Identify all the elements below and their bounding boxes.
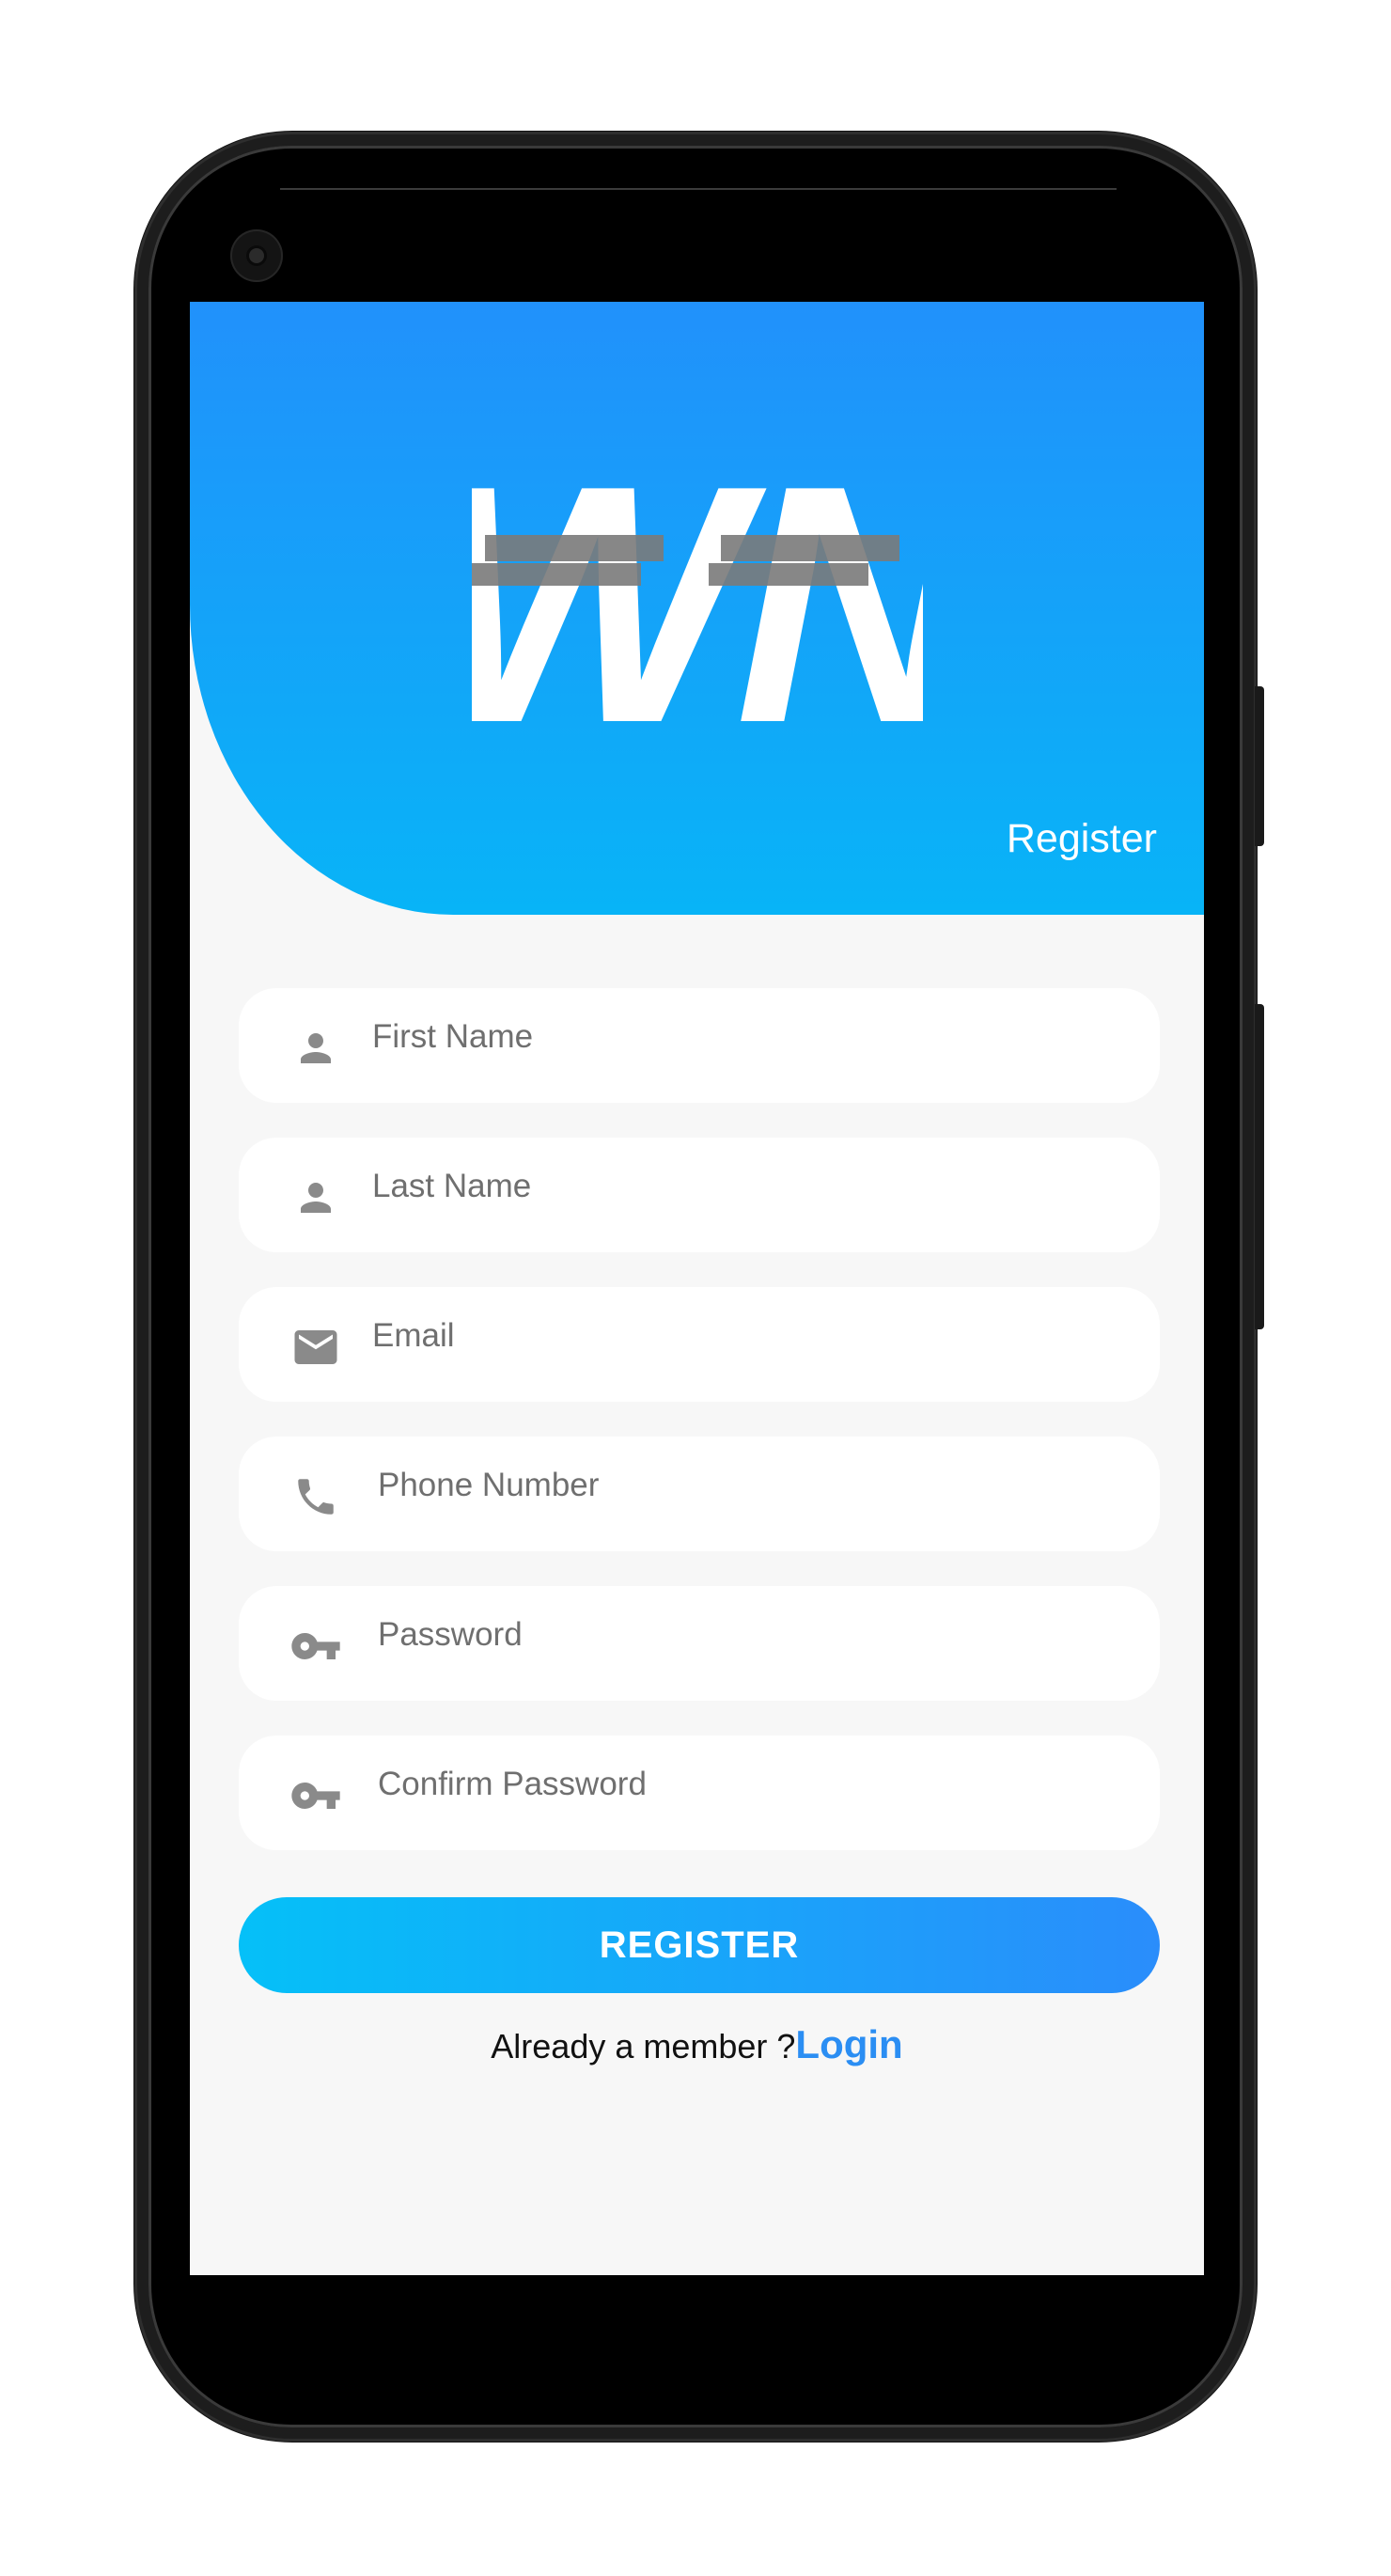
power-button [1255, 686, 1264, 846]
app-screen: WN Register [190, 302, 1204, 2275]
header: WN Register [190, 302, 1204, 915]
password-field [239, 1586, 1160, 1701]
camera-icon [230, 229, 283, 282]
password-input[interactable] [378, 1609, 1120, 1661]
mail-icon [289, 1321, 342, 1374]
speaker-line [280, 188, 1117, 190]
first-name-field [239, 988, 1160, 1103]
key-icon [289, 1769, 342, 1822]
register-form [239, 988, 1160, 1885]
page: WN Register [0, 0, 1391, 2576]
phone-input[interactable] [378, 1459, 1120, 1512]
page-title: Register [1006, 816, 1157, 861]
confirm-password-field [239, 1736, 1160, 1850]
volume-button [1255, 1004, 1264, 1329]
login-prompt: Already a member ?Login [190, 2020, 1204, 2071]
last-name-input[interactable] [372, 1160, 1115, 1213]
login-prompt-text: Already a member ? [491, 2027, 796, 2066]
confirm-password-input[interactable] [378, 1758, 1120, 1811]
first-name-input[interactable] [372, 1011, 1115, 1063]
email-input[interactable] [372, 1310, 1115, 1362]
logo-text: WN [472, 441, 923, 732]
email-field [239, 1287, 1160, 1402]
logo: WN [472, 441, 923, 732]
register-button[interactable]: REGISTER [239, 1897, 1160, 1993]
person-icon [289, 1171, 342, 1224]
phone-icon [289, 1470, 342, 1523]
last-name-field [239, 1138, 1160, 1252]
key-icon [289, 1620, 342, 1673]
phone-field [239, 1437, 1160, 1551]
login-link[interactable]: Login [795, 2022, 902, 2066]
person-icon [289, 1022, 342, 1075]
